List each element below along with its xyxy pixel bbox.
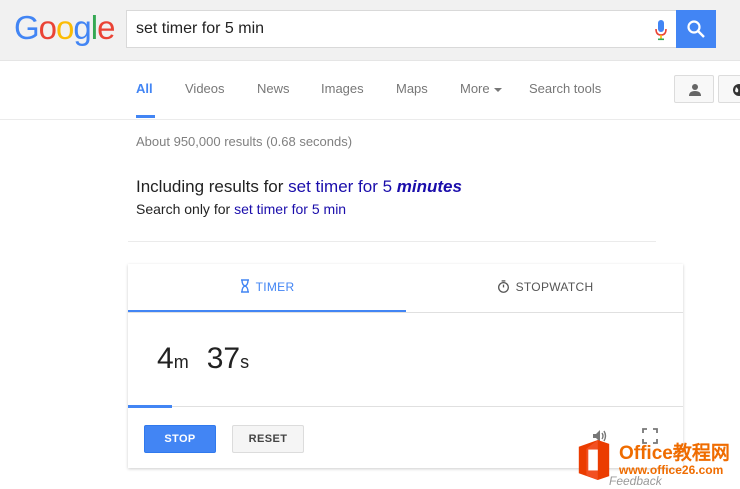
global-results-button[interactable] bbox=[718, 75, 740, 103]
search-button[interactable] bbox=[676, 10, 716, 48]
stop-button[interactable]: STOP bbox=[144, 425, 216, 453]
including-results: Including results for set timer for 5 mi… bbox=[136, 177, 462, 197]
divider bbox=[128, 312, 683, 313]
progress-track bbox=[128, 406, 683, 407]
tab-all[interactable]: All bbox=[136, 81, 153, 96]
logo-letter: g bbox=[73, 9, 91, 46]
including-query: set timer for 5 bbox=[288, 177, 397, 196]
logo-letter: o bbox=[38, 9, 57, 46]
office-logo-icon bbox=[578, 440, 610, 480]
seconds-unit: s bbox=[240, 352, 250, 372]
tab-stopwatch-label: STOPWATCH bbox=[515, 280, 594, 294]
logo-letter: G bbox=[14, 9, 40, 46]
watermark-title: Office教程网 bbox=[619, 443, 730, 464]
reset-button[interactable]: RESET bbox=[232, 425, 304, 453]
personal-results-button[interactable] bbox=[674, 75, 714, 103]
time-display: 4m 37s bbox=[157, 342, 267, 376]
tab-more-label: More bbox=[460, 81, 490, 96]
search-input[interactable] bbox=[127, 11, 636, 47]
minutes-unit: m bbox=[173, 352, 189, 372]
seconds-value: 37 bbox=[206, 342, 241, 375]
header: Google bbox=[0, 0, 740, 61]
person-icon bbox=[689, 84, 701, 96]
hourglass-icon bbox=[240, 279, 249, 293]
tab-videos[interactable]: Videos bbox=[185, 81, 225, 96]
tab-timer[interactable]: TIMER bbox=[128, 264, 406, 311]
minutes-value: 4 bbox=[157, 342, 174, 375]
caret-down-icon bbox=[493, 87, 502, 92]
tab-stopwatch[interactable]: STOPWATCH bbox=[406, 264, 684, 311]
active-tab-indicator bbox=[136, 115, 155, 118]
search-only-link[interactable]: set timer for 5 min bbox=[234, 201, 346, 217]
search-icon bbox=[687, 20, 705, 38]
including-query-link[interactable]: set timer for 5 minutes bbox=[288, 177, 462, 196]
including-prefix: Including results for bbox=[136, 177, 289, 196]
feedback-link[interactable]: Feedback bbox=[609, 474, 662, 488]
globe-icon bbox=[733, 84, 740, 96]
google-logo[interactable]: Google bbox=[14, 9, 115, 46]
tab-images[interactable]: Images bbox=[321, 81, 364, 96]
divider bbox=[128, 241, 656, 242]
search-only-prefix: Search only for bbox=[136, 201, 235, 217]
search-box bbox=[126, 10, 676, 48]
tab-timer-label: TIMER bbox=[255, 280, 295, 294]
search-only: Search only for set timer for 5 min bbox=[136, 201, 346, 217]
logo-letter: o bbox=[56, 9, 74, 46]
mic-icon[interactable] bbox=[654, 19, 668, 41]
tab-more[interactable]: More bbox=[460, 81, 502, 96]
tab-news[interactable]: News bbox=[257, 81, 290, 96]
including-emph: minutes bbox=[396, 177, 462, 196]
progress-fill bbox=[128, 405, 172, 408]
logo-letter: e bbox=[97, 9, 115, 46]
tab-maps[interactable]: Maps bbox=[396, 81, 428, 96]
tab-search-tools[interactable]: Search tools bbox=[529, 81, 601, 96]
search-tabs: All Videos News Images Maps More Search … bbox=[0, 61, 740, 120]
stopwatch-icon bbox=[497, 280, 509, 293]
result-stats: About 950,000 results (0.68 seconds) bbox=[136, 134, 353, 149]
